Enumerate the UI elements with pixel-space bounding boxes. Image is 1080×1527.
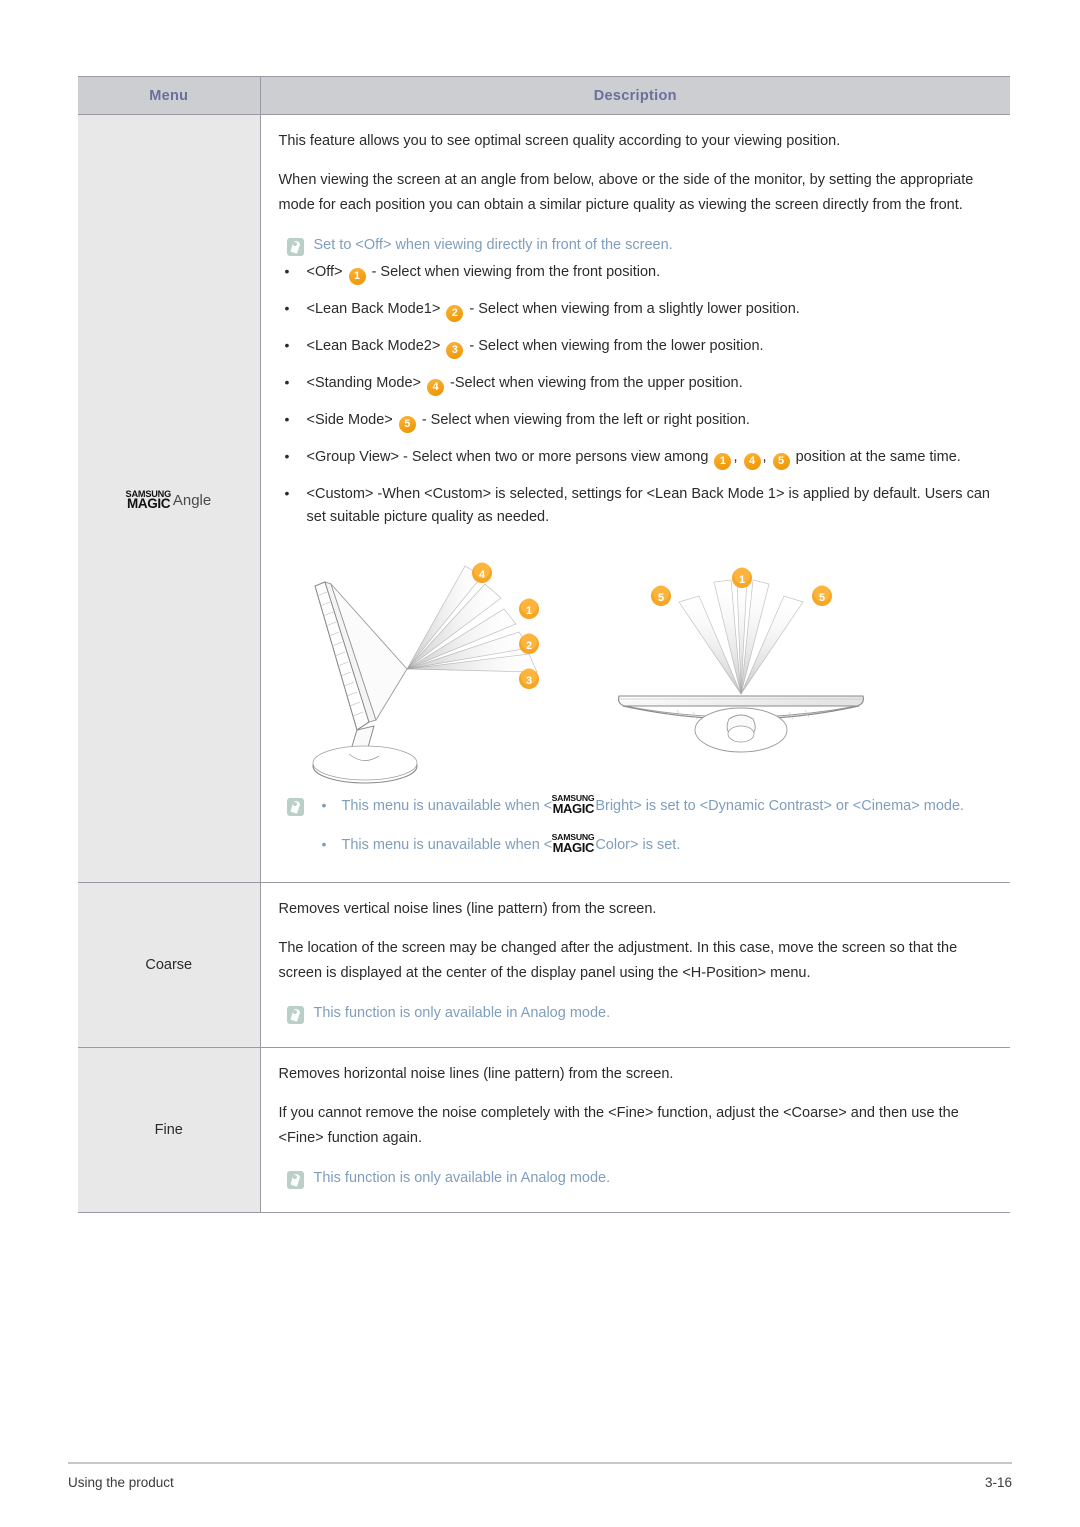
list-item: <Side Mode> 5 - Select when viewing from… xyxy=(279,408,993,433)
list-item-group-view: <Group View> - Select when two or more p… xyxy=(279,445,993,470)
group-view-post: position at the same time. xyxy=(795,449,961,465)
mode-label: <Lean Back Mode1> xyxy=(306,301,441,317)
illustration-badge-5-right: 5 xyxy=(811,585,832,606)
mode-desc: - Select when viewing from the lower pos… xyxy=(469,338,764,354)
menu-cell-magic-angle: SAMSUNG MAGIC Angle xyxy=(78,114,261,883)
badge-number: 4 xyxy=(743,453,761,470)
svg-text:3: 3 xyxy=(525,675,531,687)
paragraph-fine-1: Removes horizontal noise lines (line pat… xyxy=(278,1065,674,1082)
list-item: <Lean Back Mode1> 2 - Select when viewin… xyxy=(279,297,993,322)
samsung-magic-logo-icon: SAMSUNG MAGIC xyxy=(551,832,595,855)
note-pre: This menu is unavailable when < xyxy=(341,797,553,814)
description-cell-magic-angle: This feature allows you to see optimal s… xyxy=(260,114,1010,883)
badge-number: 2 xyxy=(446,305,464,322)
note-icon xyxy=(286,797,304,816)
list-item-custom: <Custom> -When <Custom> is selected, set… xyxy=(279,482,993,530)
paragraph-coarse-1: Removes vertical noise lines (line patte… xyxy=(278,900,657,917)
paragraph-angle-explain: When viewing the screen at an angle from… xyxy=(278,171,974,213)
illustration-badge-1-top: 1 xyxy=(731,567,752,588)
table-header: Menu Description xyxy=(78,76,1010,115)
svg-text:5: 5 xyxy=(818,592,824,604)
table-row-fine: Fine Removes horizontal noise lines (lin… xyxy=(78,1047,1010,1213)
group-view-label: <Group View> xyxy=(306,449,399,465)
badge-number: 4 xyxy=(427,379,445,396)
mode-desc: - Select when viewing from the front pos… xyxy=(371,264,661,280)
mode-label: <Lean Back Mode2> xyxy=(306,338,441,354)
note-fine-analog: This function is only available in Analo… xyxy=(286,1167,993,1190)
footer-section-label: Using the product xyxy=(68,1475,174,1490)
viewing-mode-list: <Off> 1 - Select when viewing from the f… xyxy=(279,260,993,530)
viewing-angle-illustration: 4 1 2 3 5 1 5 xyxy=(279,554,993,784)
badge-number: 5 xyxy=(398,416,416,433)
note-pre: This menu is unavailable when < xyxy=(341,836,553,853)
svg-text:1: 1 xyxy=(738,574,744,586)
mode-desc: - Select when viewing from a slightly lo… xyxy=(469,301,800,317)
menu-cell-coarse: Coarse xyxy=(78,882,261,1048)
mode-desc: - Select when viewing from the left or r… xyxy=(421,412,750,428)
menu-cell-fine: Fine xyxy=(78,1047,261,1213)
specification-table: Menu Description SAMSUNG MAGIC Angle Thi… xyxy=(78,76,1010,1213)
badge-number: 1 xyxy=(348,268,366,285)
mode-label: <Side Mode> xyxy=(306,412,393,428)
list-item: <Lean Back Mode2> 3 - Select when viewin… xyxy=(279,334,993,359)
badge-number: 5 xyxy=(772,453,790,470)
table-row-coarse: Coarse Removes vertical noise lines (lin… xyxy=(78,882,1010,1048)
svg-text:4: 4 xyxy=(478,569,485,581)
mode-label: <Off> xyxy=(306,264,343,280)
mode-desc: -Select when viewing from the upper posi… xyxy=(450,375,743,391)
badge-sep: , xyxy=(733,449,738,465)
table-header-row: Menu Description xyxy=(78,76,1010,115)
paragraph-intro: This feature allows you to see optimal s… xyxy=(278,133,841,149)
samsung-magic-logo-icon: SAMSUNG MAGIC xyxy=(125,488,172,511)
description-cell-coarse: Removes vertical noise lines (line patte… xyxy=(260,882,1010,1048)
note-icon xyxy=(286,237,304,256)
document-page: Menu Description SAMSUNG MAGIC Angle Thi… xyxy=(0,0,1080,1527)
note-icon xyxy=(286,1170,304,1189)
column-header-description: Description xyxy=(260,76,1010,115)
list-item: <Off> 1 - Select when viewing from the f… xyxy=(279,260,993,285)
note-set-to-off: Set to <Off> when viewing directly in fr… xyxy=(286,234,993,257)
note-coarse-analog-text: This function is only available in Analo… xyxy=(313,1004,611,1021)
group-view-pre: - Select when two or more persons view a… xyxy=(402,449,709,465)
footer-page-number: 3-16 xyxy=(984,1475,1012,1490)
note-set-to-off-text: Set to <Off> when viewing directly in fr… xyxy=(313,236,673,253)
mode-label: <Standing Mode> xyxy=(306,375,421,391)
illustration-badge-5-left: 5 xyxy=(650,585,671,606)
badge-number: 3 xyxy=(446,342,464,359)
table-row-magic-angle: SAMSUNG MAGIC Angle This feature allows … xyxy=(78,114,1010,883)
magicangle-suffix: Angle xyxy=(172,492,212,510)
note-item-magicbright: This menu is unavailable when <SAMSUNGMA… xyxy=(314,793,993,819)
illustration-badge-4: 4 xyxy=(471,562,492,583)
note-coarse-analog: This function is only available in Analo… xyxy=(286,1002,993,1025)
footer-divider xyxy=(68,1462,1012,1464)
samsung-magic-logo-icon: SAMSUNG MAGIC xyxy=(551,793,595,817)
paragraph-fine-2: If you cannot remove the noise completel… xyxy=(278,1104,959,1146)
svg-text:5: 5 xyxy=(657,592,663,604)
note-item-magiccolor: This menu is unavailable when <SAMSUNGMA… xyxy=(314,832,993,858)
note-block-unavailable: This menu is unavailable when <SAMSUNGMA… xyxy=(286,793,993,858)
note-post: Color> is set. xyxy=(595,836,681,853)
illustration-badge-1: 1 xyxy=(518,598,539,619)
magicangle-label: SAMSUNG MAGIC Angle xyxy=(125,488,212,512)
note-icon xyxy=(286,1005,304,1024)
monitor-side-view xyxy=(311,565,538,784)
svg-text:1: 1 xyxy=(525,605,531,617)
badge-number: 1 xyxy=(714,453,732,470)
note-post: Bright> is set to <Dynamic Contrast> or … xyxy=(595,797,965,814)
custom-desc: <Custom> -When <Custom> is selected, set… xyxy=(306,486,990,526)
angle-diagram-svg: 4 1 2 3 5 1 5 xyxy=(311,562,864,784)
note-fine-analog-text: This function is only available in Analo… xyxy=(313,1169,611,1186)
page-footer: Using the product 3-16 xyxy=(68,1462,1012,1490)
paragraph-coarse-2: The location of the screen may be change… xyxy=(278,939,958,981)
badge-sep: , xyxy=(762,449,767,465)
list-item: <Standing Mode> 4 -Select when viewing f… xyxy=(279,371,993,396)
svg-text:2: 2 xyxy=(525,640,531,652)
description-cell-fine: Removes horizontal noise lines (line pat… xyxy=(260,1047,1010,1213)
column-header-menu: Menu xyxy=(78,76,261,115)
